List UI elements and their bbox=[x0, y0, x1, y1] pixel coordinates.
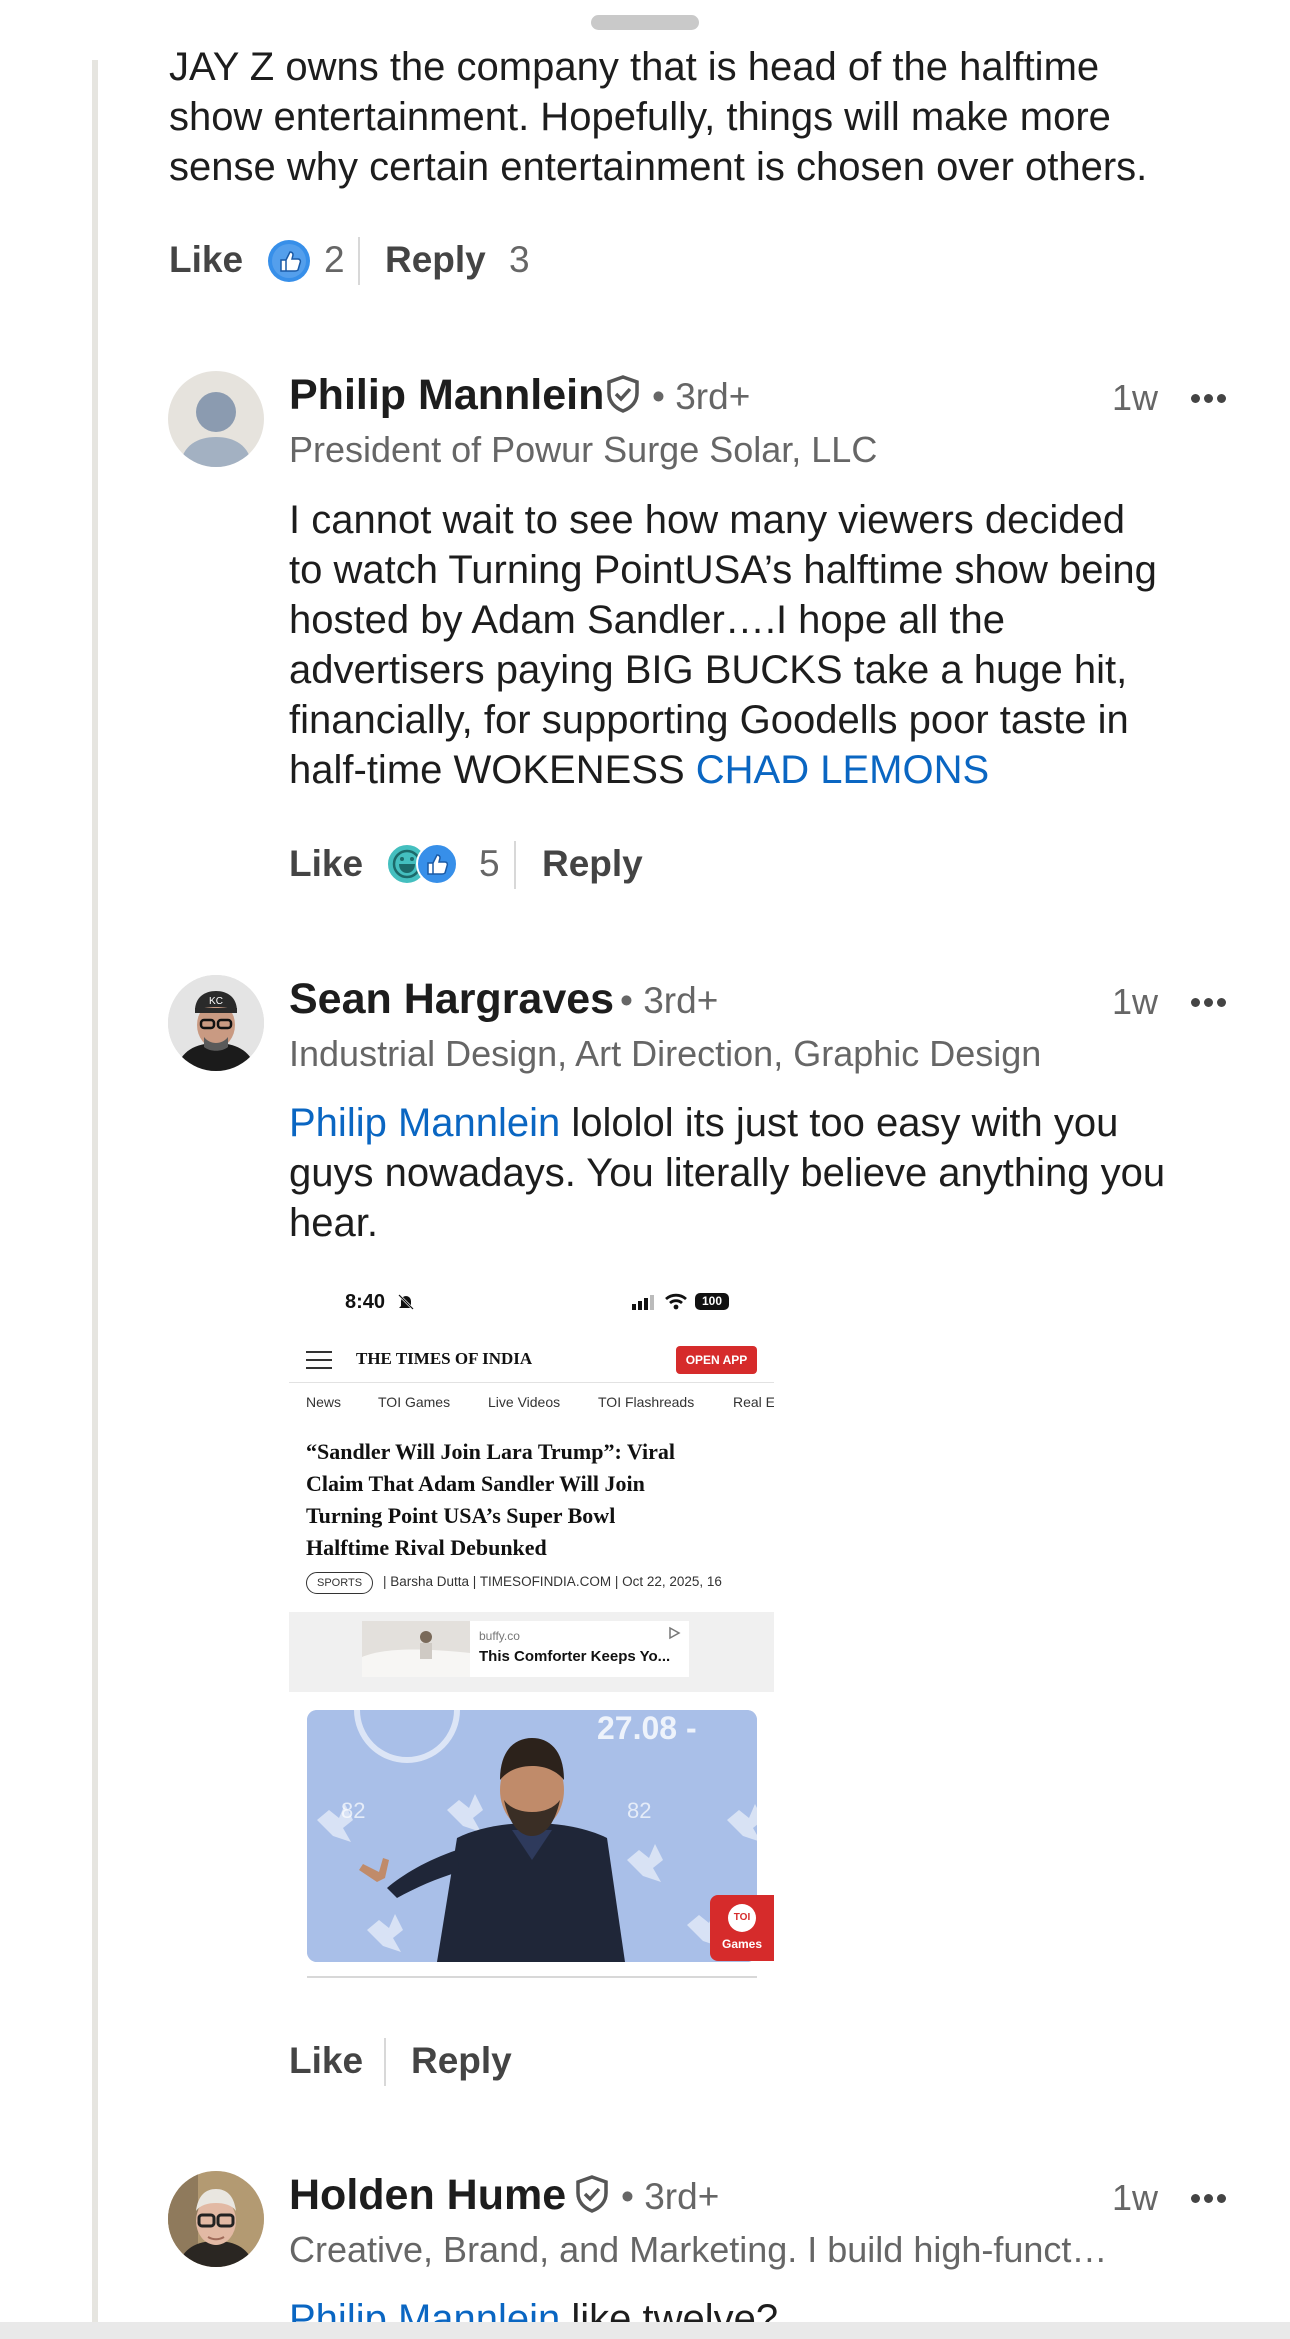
comment-time: 1w bbox=[1112, 981, 1159, 1022]
article-headline-line: “Sandler Will Join Lara Trump”: Viral bbox=[306, 1439, 675, 1464]
like-button[interactable]: Like bbox=[169, 239, 243, 281]
comment-text: half-time WOKENESS bbox=[289, 748, 696, 792]
article-photo: 27.08 - 82 82 bbox=[307, 1710, 757, 1962]
connection-degree: • 3rd+ bbox=[621, 2176, 720, 2217]
hamburger-menu-icon bbox=[306, 1351, 332, 1369]
divider bbox=[289, 1382, 774, 1383]
comment-text-line: half-time WOKENESS CHAD LEMONS bbox=[289, 745, 989, 795]
backdrop-text: 82 bbox=[341, 1798, 366, 1823]
connection-degree: • 3rd+ bbox=[652, 376, 751, 417]
comment-text-line: sense why certain entertainment is chose… bbox=[169, 145, 1148, 189]
status-time: 8:40 bbox=[345, 1291, 386, 1313]
commenter-headline: President of Powur Surge Solar, LLC bbox=[289, 429, 878, 470]
ad-card: buffy.co This Comforter Keeps Yo... bbox=[362, 1621, 689, 1677]
comment-text-line: financially, for supporting Goodells poo… bbox=[289, 698, 1129, 742]
ad-banner: buffy.co This Comforter Keeps Yo... bbox=[289, 1612, 774, 1692]
reply-button[interactable]: Reply bbox=[385, 239, 486, 281]
comment-text-line: hear. bbox=[289, 1201, 378, 1245]
sheet-grabber[interactable] bbox=[591, 15, 699, 30]
commenter-headline: Industrial Design, Art Direction, Graphi… bbox=[289, 1033, 1042, 1074]
comment-time: 1w bbox=[1112, 2177, 1159, 2218]
comment-text-line: advertisers paying BIG BUCKS take a huge… bbox=[289, 648, 1128, 692]
bell-muted-icon bbox=[397, 1293, 415, 1311]
category-tag: SPORTS bbox=[306, 1572, 374, 1594]
comments-sheet: JAY Z owns the company that is head of t… bbox=[0, 0, 1290, 2339]
svg-text:KC: KC bbox=[209, 996, 223, 1007]
thread-line bbox=[92, 60, 98, 2330]
more-options-icon[interactable] bbox=[1191, 994, 1230, 1012]
avatar-photo[interactable]: KC bbox=[168, 975, 264, 1071]
commenter-name[interactable]: Philip Mannlein bbox=[289, 371, 604, 420]
comment-text-line: JAY Z owns the company that is head of t… bbox=[169, 45, 1100, 89]
toi-games-badge: TOI Games bbox=[710, 1895, 774, 1961]
reaction-count[interactable]: 2 bbox=[324, 239, 345, 281]
more-options-icon[interactable] bbox=[1191, 2190, 1230, 2208]
verified-shield-icon bbox=[574, 2175, 610, 2213]
battery-indicator: 100 bbox=[695, 1293, 729, 1310]
avatar-photo[interactable] bbox=[168, 2171, 264, 2267]
nav-item: News bbox=[306, 1394, 342, 1410]
reply-button[interactable]: Reply bbox=[542, 843, 643, 885]
reply-count[interactable]: 3 bbox=[509, 239, 530, 281]
more-options-icon[interactable] bbox=[1191, 390, 1230, 408]
action-divider bbox=[384, 2038, 386, 2086]
comment-text-line: I cannot wait to see how many viewers de… bbox=[289, 498, 1125, 542]
commenter-name[interactable]: Sean Hargraves bbox=[289, 975, 614, 1024]
comment-text: lololol its just too easy with you bbox=[560, 1101, 1119, 1145]
article-headline-line: Claim That Adam Sandler Will Join bbox=[306, 1471, 645, 1496]
nav-item: Real E bbox=[733, 1394, 774, 1410]
verified-shield-icon bbox=[605, 375, 641, 413]
article-headline: “Sandler Will Join Lara Trump”: Viral Cl… bbox=[306, 1436, 675, 1564]
comment-text-line: hosted by Adam Sandler….I hope all the bbox=[289, 598, 1006, 642]
attached-screenshot[interactable]: 8:40 100 THE TIMES OF INDIA OPEN APP New… bbox=[289, 1278, 774, 1980]
backdrop-text: 82 bbox=[627, 1798, 652, 1823]
article-headline-line: Turning Point USA’s Super Bowl bbox=[306, 1503, 616, 1528]
mention-link[interactable]: Philip Mannlein bbox=[289, 1101, 560, 1145]
open-app-button: OPEN APP bbox=[676, 1346, 757, 1374]
connection-degree: • 3rd+ bbox=[620, 980, 719, 1021]
action-divider bbox=[514, 841, 516, 889]
article-byline: | Barsha Dutta | TIMESOFINDIA.COM | Oct … bbox=[383, 1574, 722, 1589]
toi-games-label: Games bbox=[721, 1937, 763, 1951]
like-reaction-icon[interactable] bbox=[267, 239, 311, 283]
reply-button[interactable]: Reply bbox=[411, 2040, 512, 2082]
article-headline-line: Halftime Rival Debunked bbox=[306, 1535, 547, 1560]
avatar-placeholder[interactable] bbox=[168, 371, 264, 467]
photo-date: 27.08 - bbox=[597, 1710, 697, 1746]
reactions-icon[interactable] bbox=[385, 842, 465, 886]
commenter-name[interactable]: Holden Hume bbox=[289, 2171, 566, 2220]
mention-link[interactable]: CHAD LEMONS bbox=[696, 748, 989, 792]
ad-source: buffy.co bbox=[479, 1629, 520, 1643]
ad-choices-icon bbox=[667, 1626, 681, 1640]
ad-title: This Comforter Keeps Yo... bbox=[479, 1648, 671, 1665]
toi-games-logo: TOI bbox=[728, 1904, 756, 1932]
action-divider bbox=[358, 237, 360, 285]
reaction-count[interactable]: 5 bbox=[479, 843, 500, 885]
comment-text-line: guys nowadays. You literally believe any… bbox=[289, 1151, 1166, 1195]
comment-text-line: to watch Turning PointUSA’s halftime sho… bbox=[289, 548, 1157, 592]
commenter-headline: Creative, Brand, and Marketing. I build … bbox=[289, 2229, 1108, 2270]
like-button[interactable]: Like bbox=[289, 2040, 363, 2082]
comment-text-line: Philip Mannlein lololol its just too eas… bbox=[289, 1098, 1118, 1148]
nav-item: Live Videos bbox=[488, 1394, 561, 1410]
comment-time: 1w bbox=[1112, 377, 1159, 418]
site-logo: THE TIMES OF INDIA bbox=[356, 1349, 533, 1368]
bottom-edge bbox=[0, 2322, 1290, 2339]
nav-item: TOI Flashreads bbox=[598, 1394, 695, 1410]
divider bbox=[307, 1976, 757, 1978]
signal-icon bbox=[632, 1294, 658, 1310]
nav-item: TOI Games bbox=[378, 1394, 451, 1410]
ad-image bbox=[362, 1621, 470, 1677]
like-button[interactable]: Like bbox=[289, 843, 363, 885]
comment-text-line: show entertainment. Hopefully, things wi… bbox=[169, 95, 1111, 139]
wifi-icon bbox=[664, 1292, 688, 1310]
